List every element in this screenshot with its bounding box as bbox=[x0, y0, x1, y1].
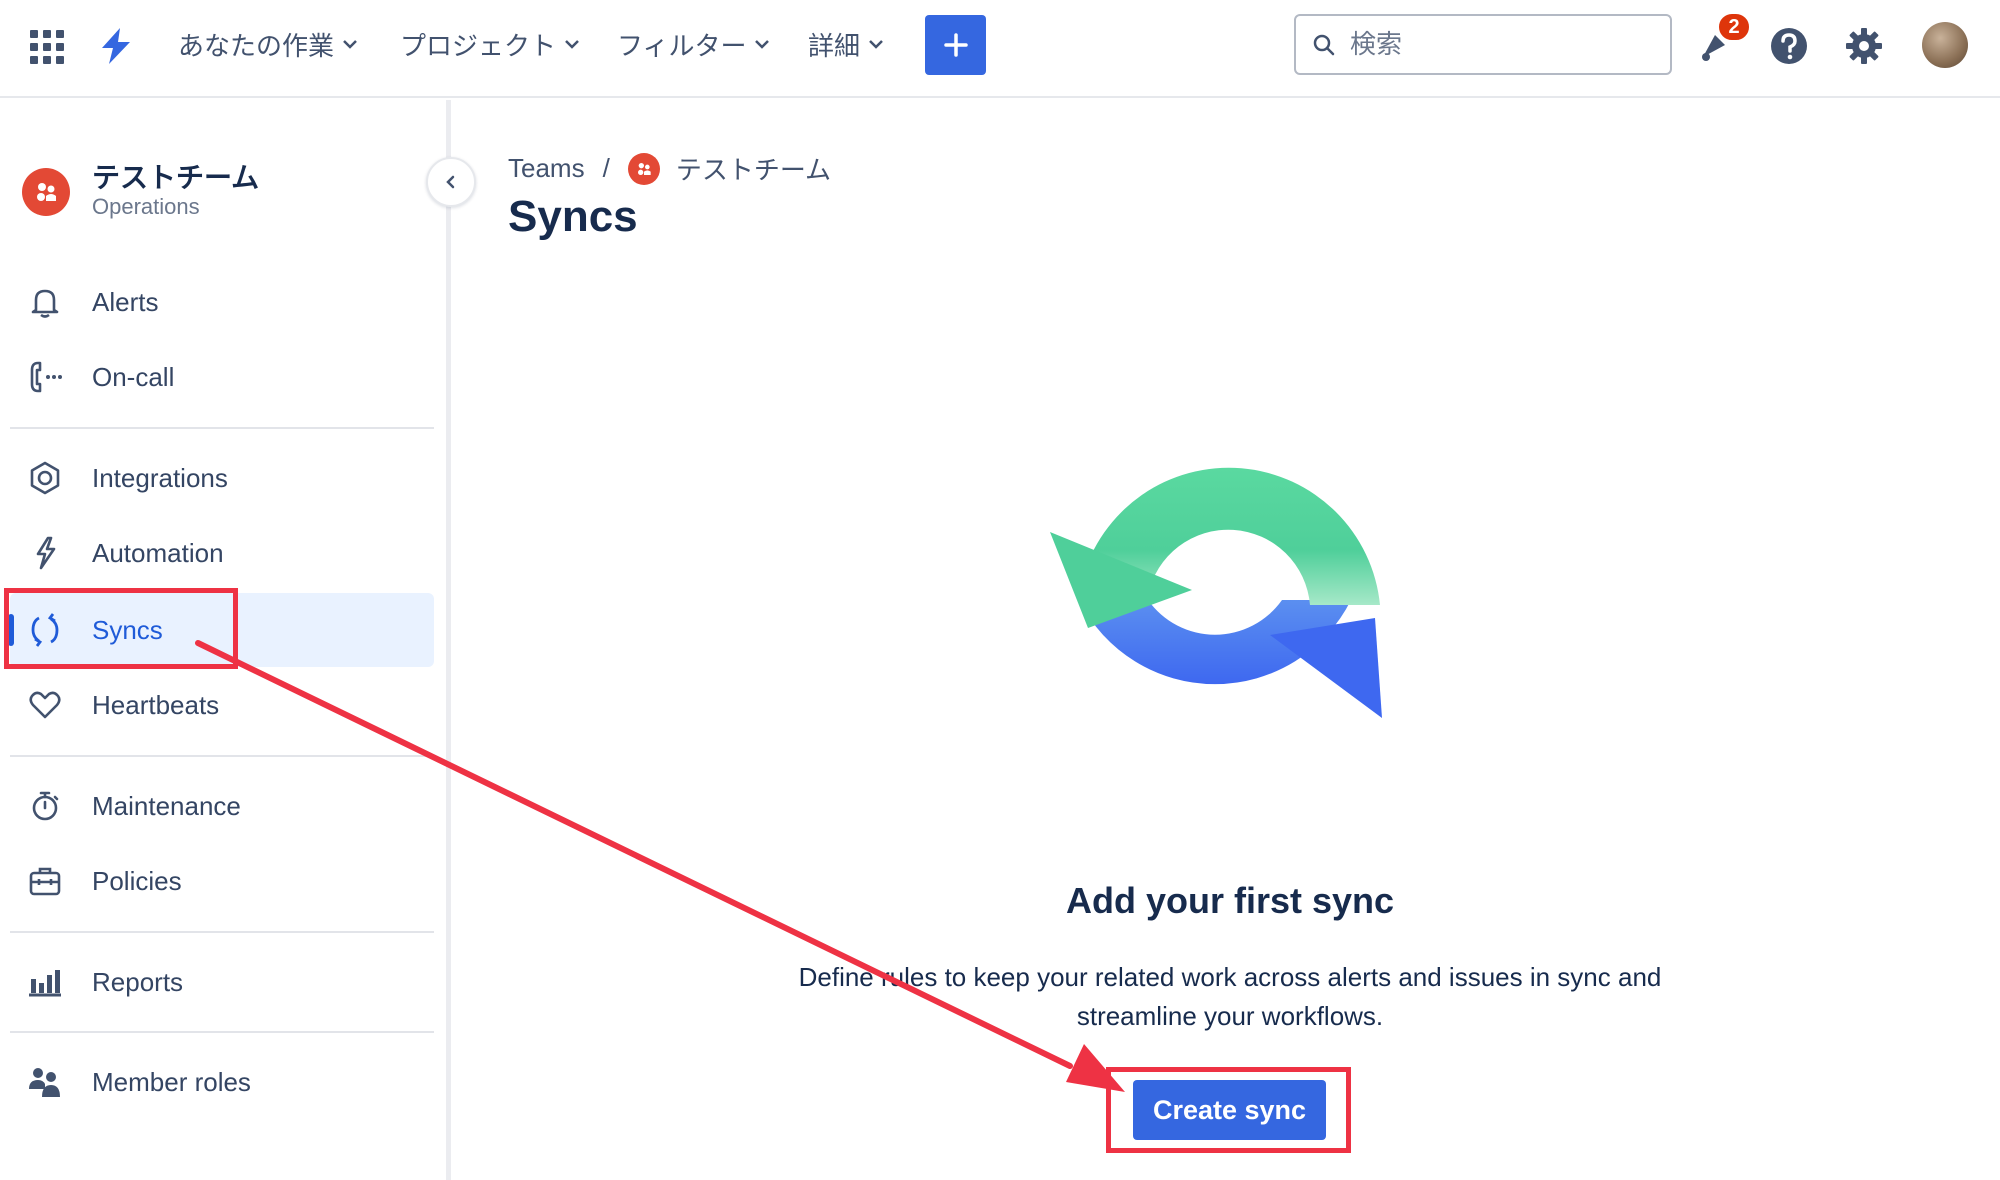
sidebar-divider-line bbox=[10, 931, 434, 933]
lightning-icon bbox=[26, 534, 64, 572]
chevron-down-icon bbox=[343, 40, 357, 49]
sidebar-item-heartbeats[interactable]: Heartbeats bbox=[10, 668, 434, 742]
sidebar-item-alerts[interactable]: Alerts bbox=[10, 265, 434, 339]
team-icon bbox=[22, 168, 70, 216]
sidebar-item-policies[interactable]: Policies bbox=[10, 844, 434, 918]
help-icon[interactable] bbox=[1767, 24, 1811, 68]
breadcrumb: Teams / テストチーム bbox=[508, 150, 831, 187]
notification-count-badge: 2 bbox=[1717, 12, 1751, 42]
team-name: テストチーム bbox=[92, 162, 260, 193]
bell-icon bbox=[26, 283, 64, 321]
sidebar-item-reports[interactable]: Reports bbox=[10, 945, 434, 1019]
sidebar-divider-line bbox=[10, 1031, 434, 1033]
top-navigation-bar: あなたの作業 プロジェクト フィルター 詳細 2 bbox=[0, 0, 2000, 98]
chevron-down-icon bbox=[565, 40, 579, 49]
stopwatch-icon bbox=[26, 787, 64, 825]
avatar[interactable] bbox=[1922, 22, 1968, 68]
sync-illustration bbox=[1050, 440, 1410, 785]
chart-icon bbox=[26, 963, 64, 1001]
settings-icon[interactable] bbox=[1842, 24, 1886, 68]
highlight-box-create-sync bbox=[1106, 1067, 1351, 1153]
integrations-icon bbox=[26, 459, 64, 497]
empty-state-title: Add your first sync bbox=[1065, 880, 1395, 921]
jira-logo-icon[interactable] bbox=[96, 26, 136, 71]
chevron-left-icon bbox=[446, 175, 455, 189]
team-type: Operations bbox=[92, 194, 200, 219]
chevron-down-icon bbox=[755, 40, 770, 49]
chevron-down-icon bbox=[869, 40, 883, 49]
highlight-box-syncs bbox=[4, 588, 238, 669]
breadcrumb-team-link[interactable]: テストチーム bbox=[676, 150, 831, 187]
briefcase-icon bbox=[26, 862, 64, 900]
sidebar-item-member-roles[interactable]: Member roles bbox=[10, 1045, 434, 1119]
sidebar-item-on-call[interactable]: On-call bbox=[10, 340, 434, 414]
sidebar-divider-line bbox=[10, 427, 434, 429]
nav-your-work[interactable]: あなたの作業 bbox=[178, 24, 358, 64]
page-title: Syncs bbox=[508, 192, 638, 241]
people-icon bbox=[26, 1063, 64, 1101]
search-icon bbox=[1313, 34, 1335, 55]
empty-state-description: Define rules to keep your related work a… bbox=[798, 962, 1662, 1031]
app-switcher-icon[interactable] bbox=[30, 30, 64, 64]
collapse-sidebar-button[interactable] bbox=[426, 157, 476, 207]
team-icon bbox=[627, 152, 660, 185]
nav-filters[interactable]: フィルター bbox=[617, 24, 770, 64]
sidebar-item-integrations[interactable]: Integrations bbox=[10, 441, 434, 515]
sidebar-item-automation[interactable]: Automation bbox=[10, 516, 434, 590]
search-input[interactable] bbox=[1350, 29, 1640, 60]
create-button[interactable] bbox=[925, 15, 986, 75]
nav-projects[interactable]: プロジェクト bbox=[400, 24, 580, 64]
heart-icon bbox=[26, 686, 64, 724]
nav-more[interactable]: 詳細 bbox=[808, 24, 884, 64]
sidebar-divider-line bbox=[10, 755, 434, 757]
sidebar-item-maintenance[interactable]: Maintenance bbox=[10, 769, 434, 843]
sidebar-divider bbox=[446, 100, 451, 1180]
breadcrumb-separator: / bbox=[602, 153, 610, 183]
search-box[interactable] bbox=[1294, 14, 1672, 75]
plus-icon bbox=[943, 33, 968, 57]
phone-icon bbox=[26, 358, 64, 396]
breadcrumb-teams-link[interactable]: Teams bbox=[508, 153, 585, 184]
